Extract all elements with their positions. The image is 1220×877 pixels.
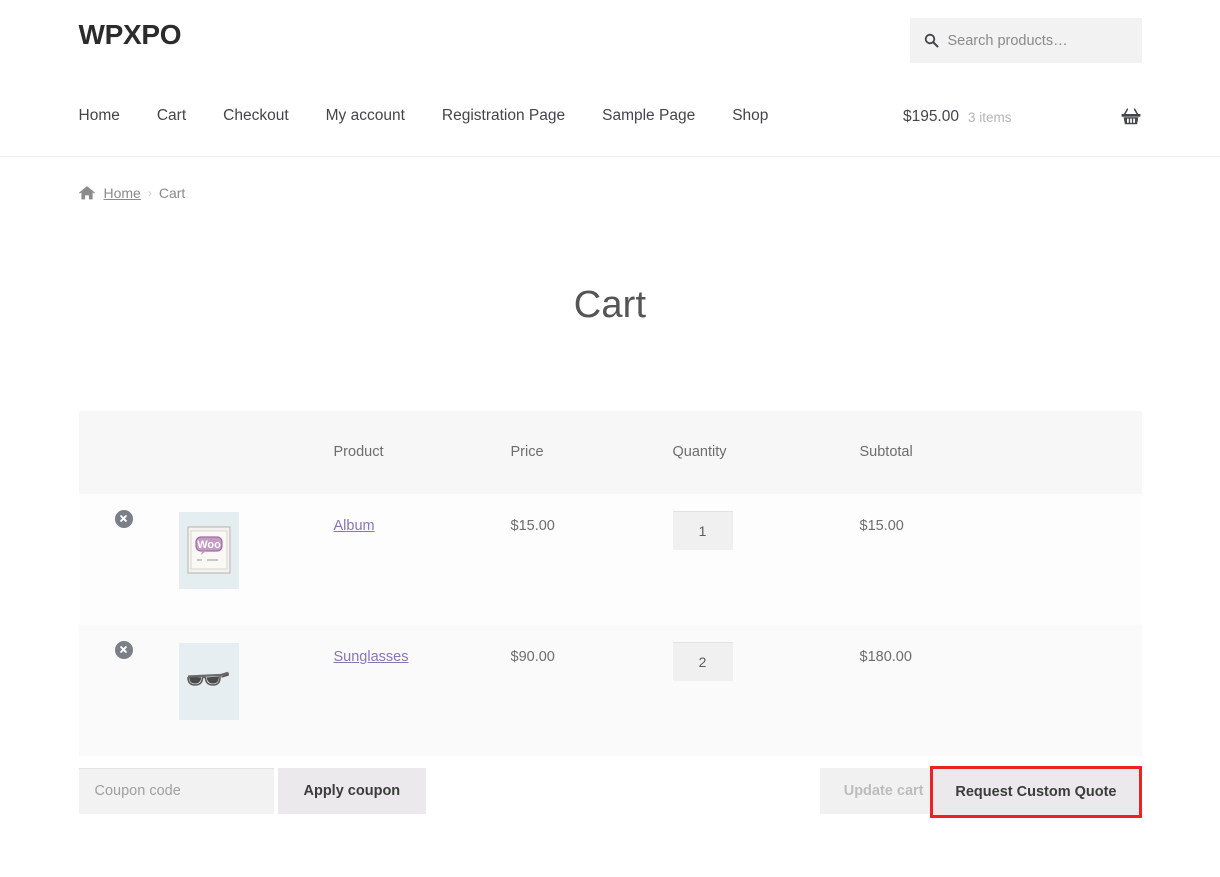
- cart-item-thumb-cell: Woo: [178, 493, 334, 625]
- request-quote-highlight: Request Custom Quote: [930, 765, 1142, 818]
- nav-item-sample-page[interactable]: Sample Page: [602, 108, 695, 124]
- cart-item-price-cell: $15.00: [510, 493, 673, 625]
- album-woo-thumbnail[interactable]: Woo: [178, 511, 239, 589]
- nav-item-shop[interactable]: Shop: [732, 108, 768, 124]
- cart-item-name-cell: Sunglasses: [333, 624, 511, 756]
- nav-item-checkout[interactable]: Checkout: [223, 108, 288, 124]
- cart-actions-row: Apply coupon Update cart Request Custom …: [78, 765, 1142, 820]
- breadcrumb: Home › Cart: [78, 157, 1142, 201]
- request-custom-quote-button[interactable]: Request Custom Quote: [933, 768, 1139, 815]
- breadcrumb-separator: ›: [147, 186, 152, 200]
- column-header-thumb: [178, 410, 334, 494]
- coupon-code-input[interactable]: [78, 767, 274, 814]
- column-header-subtotal: Subtotal: [859, 410, 1142, 494]
- cart-item-remove-cell: [78, 493, 179, 625]
- cart-table-wrapper: Product Price Quantity Subtotal Woo Albu…: [78, 410, 1142, 820]
- quantity-input[interactable]: [672, 641, 733, 681]
- nav-item-cart[interactable]: Cart: [157, 108, 186, 124]
- cart-table: Product Price Quantity Subtotal Woo Albu…: [78, 410, 1142, 756]
- page-title: Cart: [573, 284, 647, 326]
- cart-table-head: Product Price Quantity Subtotal: [78, 410, 1142, 494]
- column-header-quantity: Quantity: [672, 410, 860, 494]
- cart-header-row: Product Price Quantity Subtotal: [78, 410, 1142, 494]
- breadcrumb-current: Cart: [158, 185, 186, 201]
- update-cart-button[interactable]: Update cart: [819, 767, 948, 814]
- cart-total-amount: $195.00: [902, 108, 959, 125]
- cart-item-subtotal-cell: $15.00: [859, 493, 1142, 625]
- cart-item-quantity-cell: [672, 493, 860, 625]
- cart-item-subtotal-cell: $180.00: [859, 624, 1142, 756]
- cart-item-price-cell: $90.00: [510, 624, 673, 756]
- primary-navigation: Home Cart Checkout My account Registrati…: [79, 108, 769, 124]
- cart-item-row: Woo Album $15.00 $15.: [78, 493, 1142, 625]
- quantity-input[interactable]: [672, 510, 733, 550]
- nav-item-my-account[interactable]: My account: [326, 108, 405, 124]
- cart-item-thumb-cell: [178, 624, 334, 756]
- shopping-basket-icon[interactable]: [1120, 106, 1142, 128]
- nav-item-registration-page[interactable]: Registration Page: [442, 108, 565, 124]
- column-header-product: Product: [333, 410, 511, 494]
- search-input[interactable]: [947, 32, 1128, 49]
- search-icon: [924, 33, 939, 48]
- column-header-price: Price: [510, 410, 673, 494]
- cart-item-row: Sunglasses $90.00 $180.00: [78, 624, 1142, 756]
- remove-item-icon[interactable]: [114, 640, 133, 659]
- cart-item-quantity-cell: [672, 624, 860, 756]
- site-header: WPXPO Home Cart Checkout My account Regi…: [0, 0, 1220, 157]
- nav-item-home[interactable]: Home: [79, 108, 120, 124]
- product-search-box[interactable]: [909, 18, 1142, 63]
- cart-item-count: 3 items: [967, 109, 1012, 125]
- header-inner: WPXPO Home Cart Checkout My account Regi…: [79, 0, 1142, 156]
- main-content: Home › Cart Cart Product Price Quantity …: [78, 157, 1142, 820]
- svg-text:Woo: Woo: [197, 539, 221, 551]
- column-header-remove: [78, 410, 179, 494]
- cart-item-remove-cell: [78, 624, 179, 756]
- home-icon: [78, 185, 95, 201]
- breadcrumb-home-link[interactable]: Home: [104, 185, 141, 201]
- cart-table-body: Woo Album $15.00 $15.: [78, 493, 1142, 756]
- sunglasses-thumbnail[interactable]: [178, 642, 239, 720]
- cart-item-name-cell: Album: [333, 493, 511, 625]
- site-title[interactable]: WPXPO: [79, 18, 182, 52]
- product-link[interactable]: Album: [334, 518, 375, 534]
- product-link[interactable]: Sunglasses: [334, 649, 409, 665]
- remove-item-icon[interactable]: [114, 509, 133, 528]
- apply-coupon-button[interactable]: Apply coupon: [277, 767, 427, 814]
- cart-summary[interactable]: $195.00 3 items: [903, 106, 1142, 128]
